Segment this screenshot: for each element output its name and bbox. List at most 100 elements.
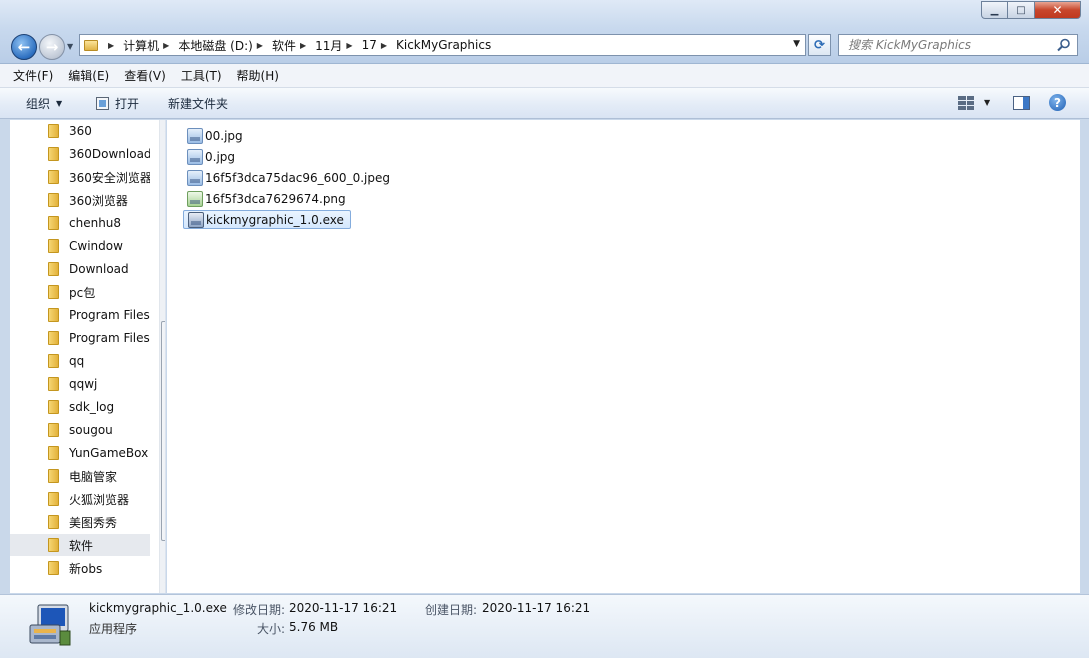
address-bar[interactable]: ▶ 计算机 ▶ 本地磁盘 (D:) ▶ 软件 ▶ 11月 ▶ 17 ▶ Kick… [79, 34, 806, 56]
breadcrumb-17[interactable]: 17 [362, 38, 377, 52]
menu-edit[interactable]: 编辑(E) [68, 67, 109, 84]
details-file-type: 应用程序 [89, 622, 138, 636]
refresh-button[interactable]: ⟳ [808, 34, 831, 56]
nav-folder-label: 360 [69, 124, 92, 138]
scroll-up-icon[interactable]: ▲ [160, 120, 166, 136]
address-dropdown-icon[interactable]: ▼ [793, 39, 800, 49]
folder-icon [48, 446, 59, 460]
view-options-dropdown[interactable]: ▼ [984, 98, 990, 107]
preview-pane-icon[interactable] [1013, 96, 1030, 110]
folder-icon [48, 423, 59, 437]
open-label: 打开 [115, 97, 140, 111]
nav-folder-item[interactable]: pc包 [10, 281, 150, 303]
created-date-label: 创建日期: [425, 603, 478, 617]
open-button[interactable]: 打开 [96, 95, 139, 112]
file-item[interactable]: kickmygraphic_1.0.exe [183, 210, 351, 229]
chevron-down-icon: ▼ [56, 99, 63, 108]
nav-folder-item[interactable]: Program Files [10, 304, 150, 326]
organize-button[interactable]: 组织 ▼ [26, 95, 62, 112]
file-list: 00.jpg 0.jpg 16f5f3dca75dac96_600_0.jpeg 16… [167, 120, 1080, 593]
nav-folder-item[interactable]: Program Files [10, 327, 150, 349]
nav-folder-item[interactable]: qq [10, 350, 150, 372]
details-pane: kickmygraphic_1.0.exe 应用程序 修改日期: 2020-11… [0, 594, 1089, 658]
chevron-right-icon[interactable]: ▶ [381, 41, 387, 50]
file-item[interactable]: 16f5f3dca75dac96_600_0.jpeg [183, 168, 396, 187]
chevron-right-icon[interactable]: ▶ [163, 41, 169, 50]
breadcrumb-software[interactable]: 软件 [272, 37, 296, 54]
nav-folder-item[interactable]: Cwindow [10, 235, 150, 257]
nav-folder-item[interactable]: YunGameBox [10, 442, 150, 464]
file-name: 16f5f3dca7629674.png [205, 191, 346, 206]
jpg-file-icon [187, 169, 203, 186]
new-folder-button[interactable]: 新建文件夹 [168, 95, 228, 112]
file-name: 0.jpg [205, 149, 236, 164]
search-input[interactable] [848, 38, 1048, 52]
folder-icon [84, 39, 98, 51]
menu-view[interactable]: 查看(V) [124, 67, 166, 84]
breadcrumb-drive[interactable]: 本地磁盘 (D:) [178, 37, 252, 54]
modified-date-value: 2020-11-17 16:21 [289, 601, 398, 615]
scroll-thumb[interactable]: ≡ [161, 321, 165, 541]
nav-folder-item[interactable]: sougou [10, 419, 150, 441]
nav-scrollbar[interactable]: ▲ ≡ ▼ [159, 120, 166, 593]
nav-folder-item[interactable]: Download [10, 258, 150, 280]
nav-folder-item[interactable]: 360浏览器 [10, 189, 150, 211]
folder-icon [48, 400, 59, 414]
file-name: 00.jpg [205, 128, 243, 143]
file-item[interactable]: 0.jpg [183, 147, 241, 166]
forward-button[interactable]: → [39, 34, 65, 60]
nav-folder-label: 美图秀秀 [69, 515, 118, 530]
new-folder-label: 新建文件夹 [168, 97, 229, 111]
help-icon[interactable]: ? [1049, 94, 1066, 111]
nav-folder-label: 360Download [69, 147, 150, 161]
folder-icon [48, 377, 59, 391]
search-box[interactable] [838, 34, 1078, 56]
recent-pages-dropdown[interactable]: ▼ [67, 42, 73, 51]
nav-folder-item[interactable]: 360 [10, 120, 150, 142]
nav-folder-label: qqwj [69, 377, 98, 391]
menu-tools[interactable]: 工具(T) [181, 67, 222, 84]
created-date-value: 2020-11-17 16:21 [482, 601, 591, 615]
exe-file-icon [188, 211, 204, 228]
maximize-button[interactable]: □ [1008, 1, 1035, 19]
nav-folder-item[interactable]: chenhu8 [10, 212, 150, 234]
menu-help[interactable]: 帮助(H) [237, 67, 279, 84]
folder-icon [48, 147, 59, 161]
folder-icon [48, 561, 59, 575]
nav-folder-item[interactable]: 美图秀秀 [10, 511, 150, 533]
search-icon[interactable] [1057, 38, 1071, 52]
nav-folder-item[interactable]: 360安全浏览器 [10, 166, 150, 188]
nav-folder-label: 软件 [69, 538, 94, 553]
nav-folder-item[interactable]: 火狐浏览器 [10, 488, 150, 510]
menu-file[interactable]: 文件(F) [13, 67, 53, 84]
details-file-name: kickmygraphic_1.0.exe [89, 601, 227, 615]
file-item[interactable]: 00.jpg [183, 126, 249, 145]
close-button[interactable]: ✕ [1035, 1, 1081, 19]
nav-folder-item[interactable]: 电脑管家 [10, 465, 150, 487]
nav-folder-item[interactable]: 新obs [10, 557, 150, 579]
nav-folder-label: 新obs [69, 561, 103, 576]
change-view-icon[interactable] [958, 96, 974, 110]
chevron-right-icon[interactable]: ▶ [108, 41, 114, 50]
breadcrumb-computer[interactable]: 计算机 [123, 37, 159, 54]
nav-folder-item[interactable]: sdk_log [10, 396, 150, 418]
minimize-button[interactable]: ▁ [981, 1, 1008, 19]
nav-folder-item[interactable]: 软件 [10, 534, 150, 556]
back-button[interactable]: ← [11, 34, 37, 60]
chevron-right-icon[interactable]: ▶ [300, 41, 306, 50]
breadcrumb-kickmygraphics[interactable]: KickMyGraphics [396, 38, 491, 52]
folder-icon [48, 308, 59, 322]
chevron-right-icon[interactable]: ▶ [257, 41, 263, 50]
scroll-down-icon[interactable]: ▼ [160, 577, 166, 593]
folder-icon [48, 469, 59, 483]
size-label: 大小: [257, 622, 286, 636]
nav-folder-label: Program Files [69, 331, 150, 345]
chevron-right-icon[interactable]: ▶ [346, 41, 352, 50]
menu-bar: 文件(F) 编辑(E) 查看(V) 工具(T) 帮助(H) [0, 64, 1089, 88]
nav-folder-item[interactable]: 360Download [10, 143, 150, 165]
breadcrumb-november[interactable]: 11月 [315, 37, 342, 54]
nav-folder-item[interactable]: qqwj [10, 373, 150, 395]
file-item[interactable]: 16f5f3dca7629674.png [183, 189, 352, 208]
arrow-left-icon: ← [17, 38, 31, 56]
modified-date-label: 修改日期: [233, 603, 286, 617]
